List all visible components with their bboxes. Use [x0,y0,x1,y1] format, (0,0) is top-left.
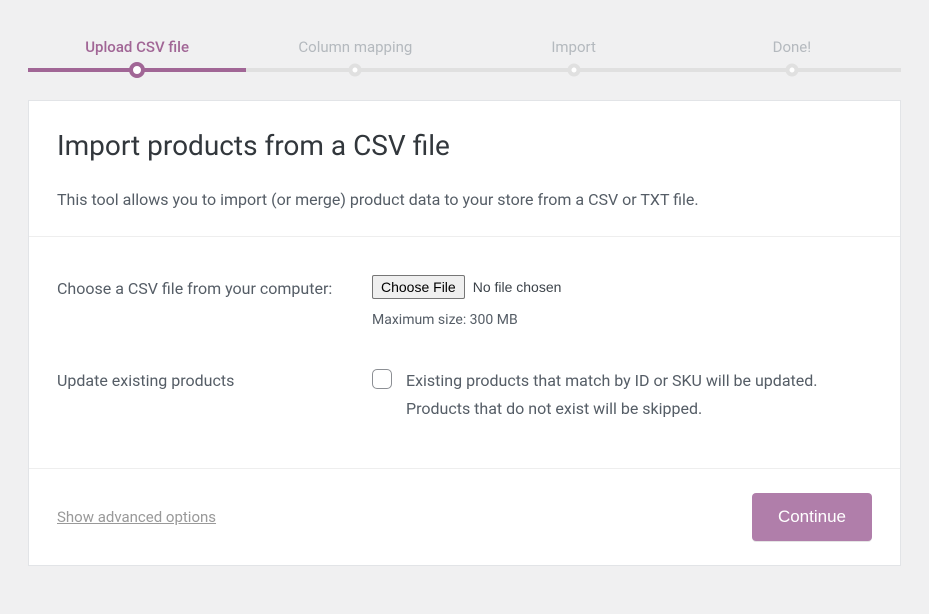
step-done[interactable]: Done! [683,38,901,56]
update-field: Existing products that match by ID or SK… [372,367,872,421]
progress-dot-2 [349,64,362,77]
step-mapping[interactable]: Column mapping [246,38,464,56]
progress-dot-4 [785,64,798,77]
wizard-steps: Upload CSV file Column mapping Import Do… [28,0,901,56]
max-size-text: Maximum size: 300 MB [372,309,872,331]
import-card: Import products from a CSV file This too… [28,100,901,566]
progress-dot-3 [567,64,580,77]
update-checkbox[interactable] [372,369,392,389]
advanced-options-link[interactable]: Show advanced options [57,508,216,526]
file-field: Choose File No file chosen Maximum size:… [372,275,872,331]
file-label: Choose a CSV file from your computer: [57,275,372,304]
page-description: This tool allows you to import (or merge… [57,188,872,212]
progress-bar [28,68,901,72]
progress-dot-1 [129,62,145,78]
file-row: Choose a CSV file from your computer: Ch… [57,257,872,349]
update-label: Update existing products [57,367,372,396]
card-body: Choose a CSV file from your computer: Ch… [29,236,900,468]
step-upload[interactable]: Upload CSV file [28,38,246,56]
choose-file-button[interactable]: Choose File [372,275,465,299]
step-import[interactable]: Import [465,38,683,56]
card-footer: Show advanced options Continue [29,468,900,565]
file-input[interactable]: Choose File No file chosen [372,275,872,299]
update-description: Existing products that match by ID or SK… [406,367,872,421]
card-header: Import products from a CSV file This too… [29,101,900,236]
page-title: Import products from a CSV file [57,129,872,162]
continue-button[interactable]: Continue [752,493,872,541]
update-row: Update existing products Existing produc… [57,349,872,439]
file-status: No file chosen [473,276,562,298]
